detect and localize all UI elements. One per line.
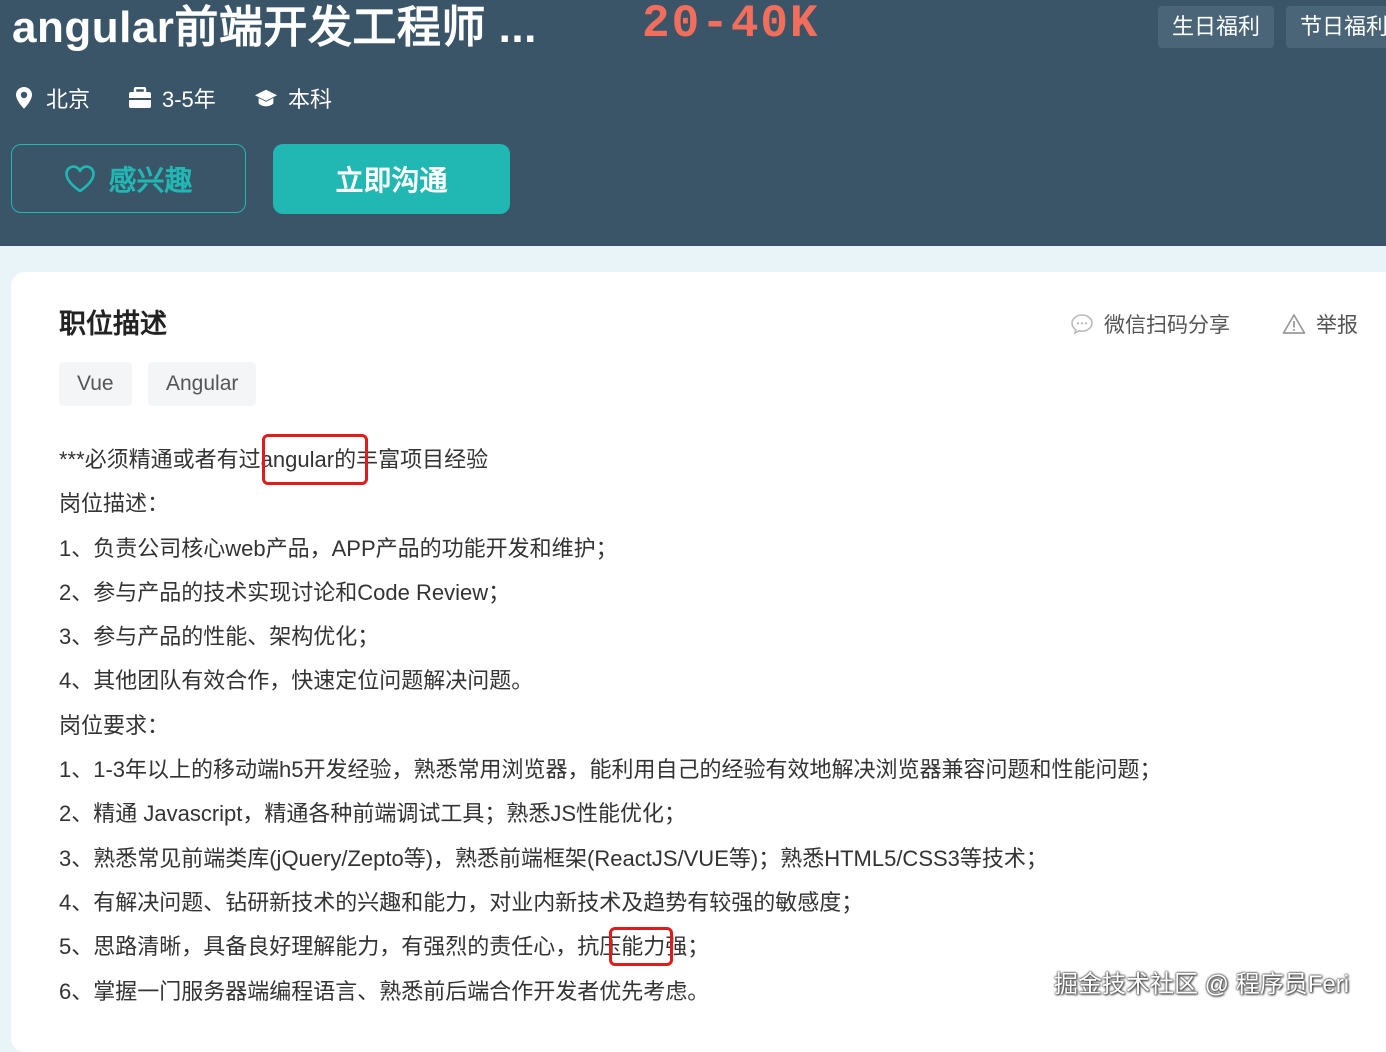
heart-icon bbox=[64, 164, 96, 193]
skill-tag-angular: Angular bbox=[148, 362, 257, 406]
salary-range: 20-40K bbox=[642, 0, 820, 50]
share-label: 微信扫码分享 bbox=[1104, 314, 1230, 337]
desc-line: 2、精通 Javascript，精通各种前端调试工具；熟悉JS性能优化； bbox=[59, 801, 687, 827]
desc-line: 1、负责公司核心web产品，APP产品的功能开发和维护； bbox=[59, 535, 618, 561]
desc-line: 2、参与产品的技术实现讨论和Code Review； bbox=[59, 579, 511, 605]
desc-line: 5、思路清晰，具备良好理解能力，有强烈的责任心，抗压能力强； bbox=[59, 934, 710, 960]
job-title: angular前端开发工程师 ... bbox=[12, 3, 537, 52]
job-description-text: ***必须精通或者有过angular的丰富项目经验 岗位描述： 1、负责公司核心… bbox=[59, 438, 1349, 1014]
desc-line: 岗位要求： bbox=[59, 712, 170, 738]
graduation-cap-icon bbox=[254, 86, 278, 110]
report-label: 举报 bbox=[1316, 314, 1358, 337]
desc-line: 4、有解决问题、钻研新技术的兴趣和能力，对业内新技术及趋势有较强的敏感度； bbox=[59, 889, 864, 915]
interest-label: 感兴趣 bbox=[108, 164, 193, 196]
skill-tag-vue: Vue bbox=[59, 362, 132, 406]
warning-triangle-icon bbox=[1282, 313, 1306, 335]
meta-location: 北京 bbox=[12, 78, 90, 118]
desc-line: 1、1-3年以上的移动端h5开发经验，熟悉常用浏览器，能利用自己的经验有效地解决… bbox=[59, 757, 1162, 783]
welfare-tag-holiday: 节日福利 bbox=[1286, 6, 1386, 48]
experience-text: 3-5年 bbox=[162, 87, 216, 112]
highlight-box-angular bbox=[262, 434, 368, 485]
report-link[interactable]: 举报 bbox=[1282, 306, 1358, 342]
desc-line: 3、参与产品的性能、架构优化； bbox=[59, 624, 380, 650]
chat-bubble-icon bbox=[1070, 313, 1094, 335]
meta-experience: 3-5年 bbox=[128, 78, 216, 118]
briefcase-icon bbox=[128, 86, 152, 110]
education-text: 本科 bbox=[288, 87, 333, 112]
wechat-share-link[interactable]: 微信扫码分享 bbox=[1070, 306, 1230, 342]
interest-button[interactable]: 感兴趣 bbox=[11, 144, 246, 213]
watermark: 掘金技术社区 @ 程序员Feri bbox=[1054, 971, 1350, 998]
desc-line: 4、其他团队有效合作，快速定位问题解决问题。 bbox=[59, 668, 534, 694]
section-title: 职位描述 bbox=[59, 309, 167, 339]
desc-line: ***必须精通或者有过angular的丰富项目经验 bbox=[59, 447, 489, 472]
welfare-tag-birthday: 生日福利 bbox=[1158, 6, 1275, 48]
meta-education: 本科 bbox=[254, 78, 332, 118]
location-text: 北京 bbox=[46, 87, 91, 112]
chat-now-button[interactable]: 立即沟通 bbox=[273, 144, 510, 214]
location-pin-icon bbox=[12, 86, 36, 110]
desc-line: 岗位描述： bbox=[59, 491, 170, 517]
job-header: angular前端开发工程师 ... 20-40K 生日福利 节日福利 北京 3… bbox=[0, 0, 1386, 246]
desc-line: 3、熟悉常见前端类库(jQuery/Zepto等)，熟悉前端框架(ReactJS… bbox=[59, 845, 1048, 871]
highlight-box-pressure bbox=[609, 927, 673, 966]
